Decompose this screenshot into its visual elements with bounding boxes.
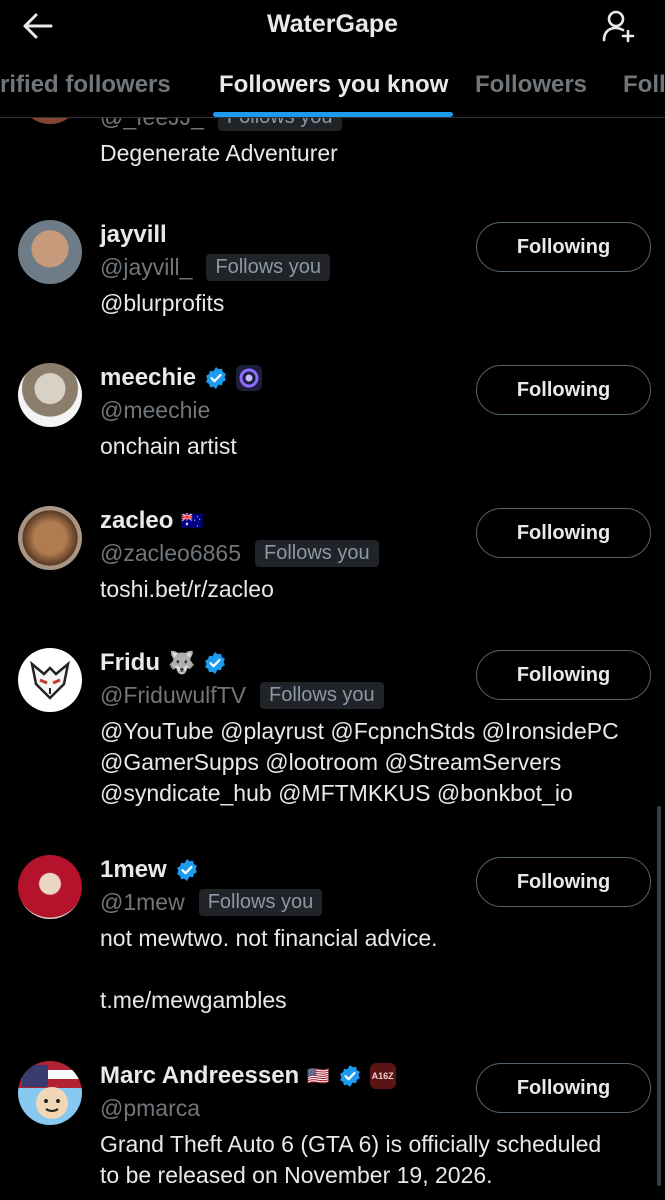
user-name[interactable]: Marc Andreessen — [100, 1062, 299, 1090]
follows-you-badge: Follows you — [260, 681, 384, 709]
following-button[interactable]: Following — [476, 365, 651, 415]
flag-emoji: 🇦🇺 — [181, 510, 204, 531]
verified-badge-icon — [339, 1065, 360, 1087]
tab-bar: Verified followers Followers you know Fo… — [0, 58, 665, 118]
avatar[interactable] — [18, 363, 82, 427]
follows-you-badge: Follows you — [198, 888, 323, 916]
avatar[interactable] — [18, 855, 82, 919]
page-title: WaterGape — [266, 10, 399, 38]
wolf-emoji: 🐺 — [168, 650, 196, 675]
a16z-affiliate-logo: A16Z — [369, 1063, 396, 1089]
user-handle: @jayvill_ — [100, 253, 193, 280]
avatar[interactable] — [18, 220, 82, 284]
user-handle: @pmarca — [100, 1094, 201, 1121]
user-bio: Grand Theft Auto 6 (GTA 6) is officially… — [100, 1131, 602, 1188]
following-button[interactable]: Following — [476, 650, 651, 700]
user-handle: @_feeJJ_ — [100, 118, 204, 131]
follows-you-badge: Follows you — [255, 539, 379, 567]
user-handle: @1mew — [100, 888, 185, 915]
scrollbar[interactable] — [657, 806, 661, 1186]
user-name[interactable]: Fridu — [100, 649, 160, 677]
following-button[interactable]: Following — [476, 508, 651, 558]
user-bio: @blurprofits — [100, 290, 225, 316]
user-name[interactable]: jayvill — [100, 221, 167, 249]
active-tab-indicator — [213, 112, 453, 117]
avatar[interactable] — [18, 1061, 82, 1125]
user-name[interactable]: zacleo — [100, 507, 173, 535]
user-bio: onchain artist — [100, 433, 237, 459]
user-name[interactable]: meechie — [100, 364, 196, 392]
follows-you-badge: Follows you — [217, 118, 342, 131]
user-handle: @zacleo6865 — [100, 539, 241, 566]
user-handle: @meechie — [100, 396, 211, 423]
flag-emoji: 🇺🇸 — [307, 1065, 330, 1086]
top-bar: WaterGape — [0, 0, 665, 58]
tab-verified-followers[interactable]: Verified followers — [0, 71, 171, 99]
following-button[interactable]: Following — [476, 1063, 651, 1113]
avatar[interactable] — [18, 506, 82, 570]
user-bio: toshi.bet/r/zacleo — [100, 576, 274, 602]
avatar[interactable] — [18, 648, 82, 712]
avatar[interactable] — [18, 118, 82, 124]
follows-you-badge: Follows you — [206, 253, 330, 281]
tab-following[interactable]: Following — [623, 71, 665, 99]
verified-badge-icon — [206, 367, 226, 389]
user-bio: Degenerate Adventurer — [100, 140, 338, 166]
verified-badge-icon — [205, 652, 226, 674]
tab-followers-you-know[interactable]: Followers you know — [219, 71, 448, 99]
followers-list: @_feeJJ_ Follows you Degenerate Adventur… — [0, 118, 665, 1200]
user-bio: not mewtwo. not financial advice. t.me/m… — [100, 925, 438, 1013]
user-name[interactable]: 1mew — [100, 856, 167, 884]
tab-followers[interactable]: Followers — [475, 71, 587, 99]
following-button[interactable]: Following — [476, 222, 651, 272]
following-button[interactable]: Following — [476, 857, 651, 907]
verified-badge-icon — [176, 859, 197, 881]
add-user-icon[interactable] — [599, 6, 639, 46]
user-handle: @FriduwulfTV — [100, 681, 247, 708]
affiliate-logo-icon — [236, 365, 263, 391]
user-bio: @YouTube @playrust @FcpnchStds @Ironside… — [100, 718, 619, 806]
